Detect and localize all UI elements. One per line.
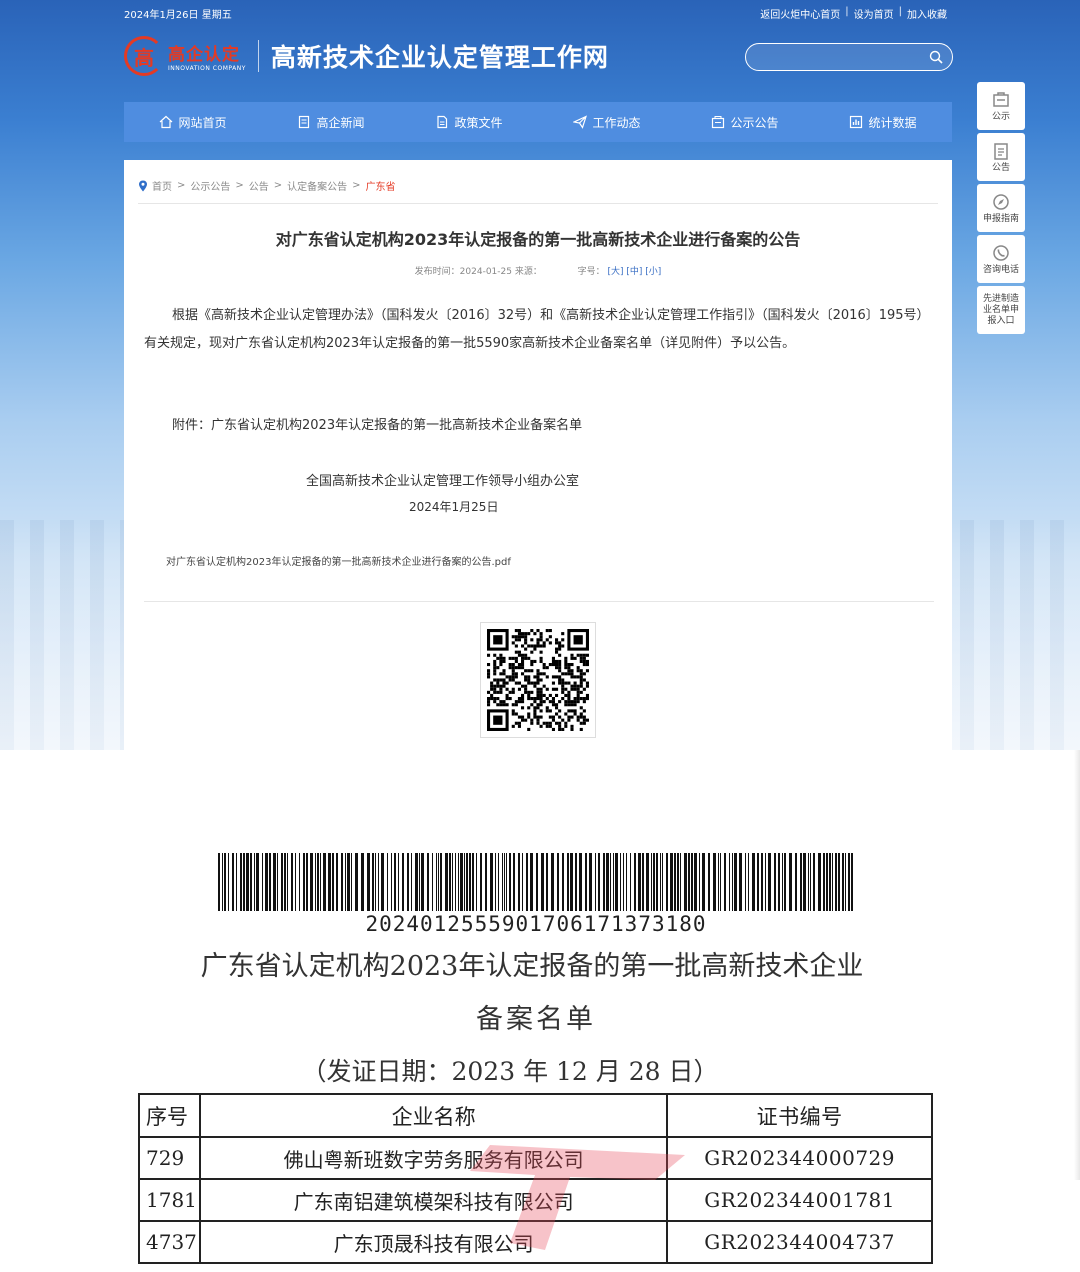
phone-icon xyxy=(993,244,1009,261)
logo-subtitle: INNOVATION COMPANY xyxy=(168,65,246,72)
breadcrumb-filing-notice[interactable]: 认定备案公告 xyxy=(287,178,347,193)
pdf-attachment-link[interactable]: 对广东省认定机构2023年认定报备的第一批高新技术企业进行备案的公告.pdf xyxy=(166,553,511,568)
clipboard-icon xyxy=(994,142,1008,160)
file-icon xyxy=(437,115,448,129)
divider xyxy=(144,601,934,602)
website-screenshot: 2024年1月26日 星期五 返回火炬中心首页 | 设为首页 | 加入收藏 高 … xyxy=(0,0,1080,750)
cell-serial: 729 xyxy=(138,1136,201,1180)
column-header-certificate: 证书编号 xyxy=(666,1093,933,1138)
nav-work-updates[interactable]: 工作动态 xyxy=(538,102,676,142)
search-icon[interactable] xyxy=(929,50,943,64)
breadcrumb-separator: > xyxy=(177,180,186,191)
breadcrumb-notice[interactable]: 公告 xyxy=(249,178,269,193)
side-announcement[interactable]: 公告 xyxy=(977,133,1025,181)
logo-name: 高企认定 xyxy=(168,45,240,65)
search-input[interactable] xyxy=(746,44,916,70)
font-size-large[interactable]: [大] xyxy=(607,267,623,277)
document-title: 广东省认定机构2023年认定报备的第一批高新技术企业 xyxy=(200,951,864,982)
publish-info: 发布时间：2024-01-25 来源： xyxy=(414,267,542,277)
logo-emblem-icon: 高 xyxy=(124,36,164,76)
home-icon xyxy=(160,115,173,129)
logo-divider xyxy=(257,40,259,72)
top-links: 返回火炬中心首页 | 设为首页 | 加入收藏 xyxy=(755,6,952,21)
article-body: 根据《高新技术企业认定管理办法》（国科发火〔2016〕32号）和《高新技术企业认… xyxy=(144,308,930,351)
site-logo[interactable]: 高 高企认定 INNOVATION COMPANY 高新技术企业认定管理工作网 xyxy=(124,34,609,78)
location-pin-icon xyxy=(139,180,147,191)
red-watermark-icon xyxy=(470,1145,685,1250)
document-icon xyxy=(299,115,310,129)
breadcrumb-separator: > xyxy=(352,180,361,191)
document-subtitle: 备案名单 xyxy=(476,1004,596,1035)
breadcrumb-announcements[interactable]: 公示公告 xyxy=(190,178,230,193)
font-size-medium[interactable]: [中] xyxy=(626,267,642,277)
cell-certificate: GR202344000729 xyxy=(666,1136,933,1180)
article-title: 对广东省认定机构2023年认定报备的第一批高新技术企业进行备案的公告 xyxy=(275,230,801,249)
breadcrumb-home[interactable]: 首页 xyxy=(152,178,172,193)
link-add-favorite[interactable]: 加入收藏 xyxy=(902,6,952,21)
cell-certificate: GR202344004737 xyxy=(666,1220,933,1264)
link-set-homepage[interactable]: 设为首页 xyxy=(849,6,899,21)
notice-icon xyxy=(712,116,725,129)
scanned-document: 20240125559017061713731​80 广东省认定机构2023年认… xyxy=(0,750,1080,1272)
search-box xyxy=(745,43,953,71)
breadcrumb-separator: > xyxy=(273,180,283,191)
side-toolbar: 公示 公告 申报指南 咨询电话 先进制造业名单申报入口 xyxy=(977,82,1025,334)
attachment-note: 附件：广东省认定机构2023年认定报备的第一批高新技术企业备案名单 xyxy=(172,418,583,433)
send-icon xyxy=(573,115,588,129)
font-size-label: 字号： xyxy=(577,267,605,277)
nav-announcements[interactable]: 公示公告 xyxy=(676,102,814,142)
cell-serial: 4737 xyxy=(138,1220,201,1264)
compass-icon xyxy=(993,193,1009,210)
cell-certificate: GR202344001781 xyxy=(666,1178,933,1222)
cell-serial: 1781 xyxy=(138,1178,201,1222)
side-publicity[interactable]: 公示 xyxy=(977,82,1025,130)
stats-icon xyxy=(850,115,863,129)
side-advanced-manufacturing-entry[interactable]: 先进制造业名单申报入口 xyxy=(977,286,1025,334)
nav-statistics[interactable]: 统计数据 xyxy=(814,102,952,142)
link-torch-center-home[interactable]: 返回火炬中心首页 xyxy=(755,6,845,21)
separator: | xyxy=(898,6,902,17)
entry-icon: 先进制造业名单申报入口 xyxy=(982,293,1019,326)
side-hotline[interactable]: 咨询电话 xyxy=(977,235,1025,283)
page-edge-shadow xyxy=(1074,750,1080,1180)
notice-board-icon xyxy=(993,91,1009,107)
article-panel: 首页 > 公示公告 > 公告 > 认定备案公告 > 广东省 对广东省认定机构20… xyxy=(124,160,952,750)
issue-date: （发证日期：2023 年 12 月 28 日） xyxy=(301,1057,719,1086)
divider xyxy=(138,203,938,204)
nav-news[interactable]: 高企新闻 xyxy=(262,102,400,142)
breadcrumb-separator: > xyxy=(235,180,244,191)
top-bar: 2024年1月26日 星期五 返回火炬中心首页 | 设为首页 | 加入收藏 xyxy=(124,6,952,21)
article-meta: 发布时间：2024-01-25 来源： 字号： [大] [中] [小] xyxy=(124,264,952,277)
main-nav: 网站首页 高企新闻 政策文件 工作动态 公示公告 统计数据 xyxy=(124,102,952,142)
nav-policy[interactable]: 政策文件 xyxy=(400,102,538,142)
current-date: 2024年1月26日 星期五 xyxy=(124,10,232,21)
nav-home[interactable]: 网站首页 xyxy=(124,102,262,142)
site-title: 高新技术企业认定管理工作网 xyxy=(270,43,609,72)
breadcrumb-guangdong[interactable]: 广东省 xyxy=(366,178,396,193)
qr-code xyxy=(480,622,596,738)
signature-office: 全国高新技术企业认定管理工作领导小组办公室 xyxy=(306,474,580,489)
barcode-number: 20240125559017061713731​80 xyxy=(365,912,707,936)
signature-date: 2024年1月25日 xyxy=(409,500,499,514)
qr-code-icon xyxy=(487,629,589,731)
side-application-guide[interactable]: 申报指南 xyxy=(977,184,1025,232)
barcode-icon xyxy=(218,853,853,911)
breadcrumb: 首页 > 公示公告 > 公告 > 认定备案公告 > 广东省 xyxy=(138,178,396,193)
column-header-serial: 序号 xyxy=(138,1093,201,1138)
separator: | xyxy=(845,6,849,17)
font-size-small[interactable]: [小] xyxy=(645,267,661,277)
